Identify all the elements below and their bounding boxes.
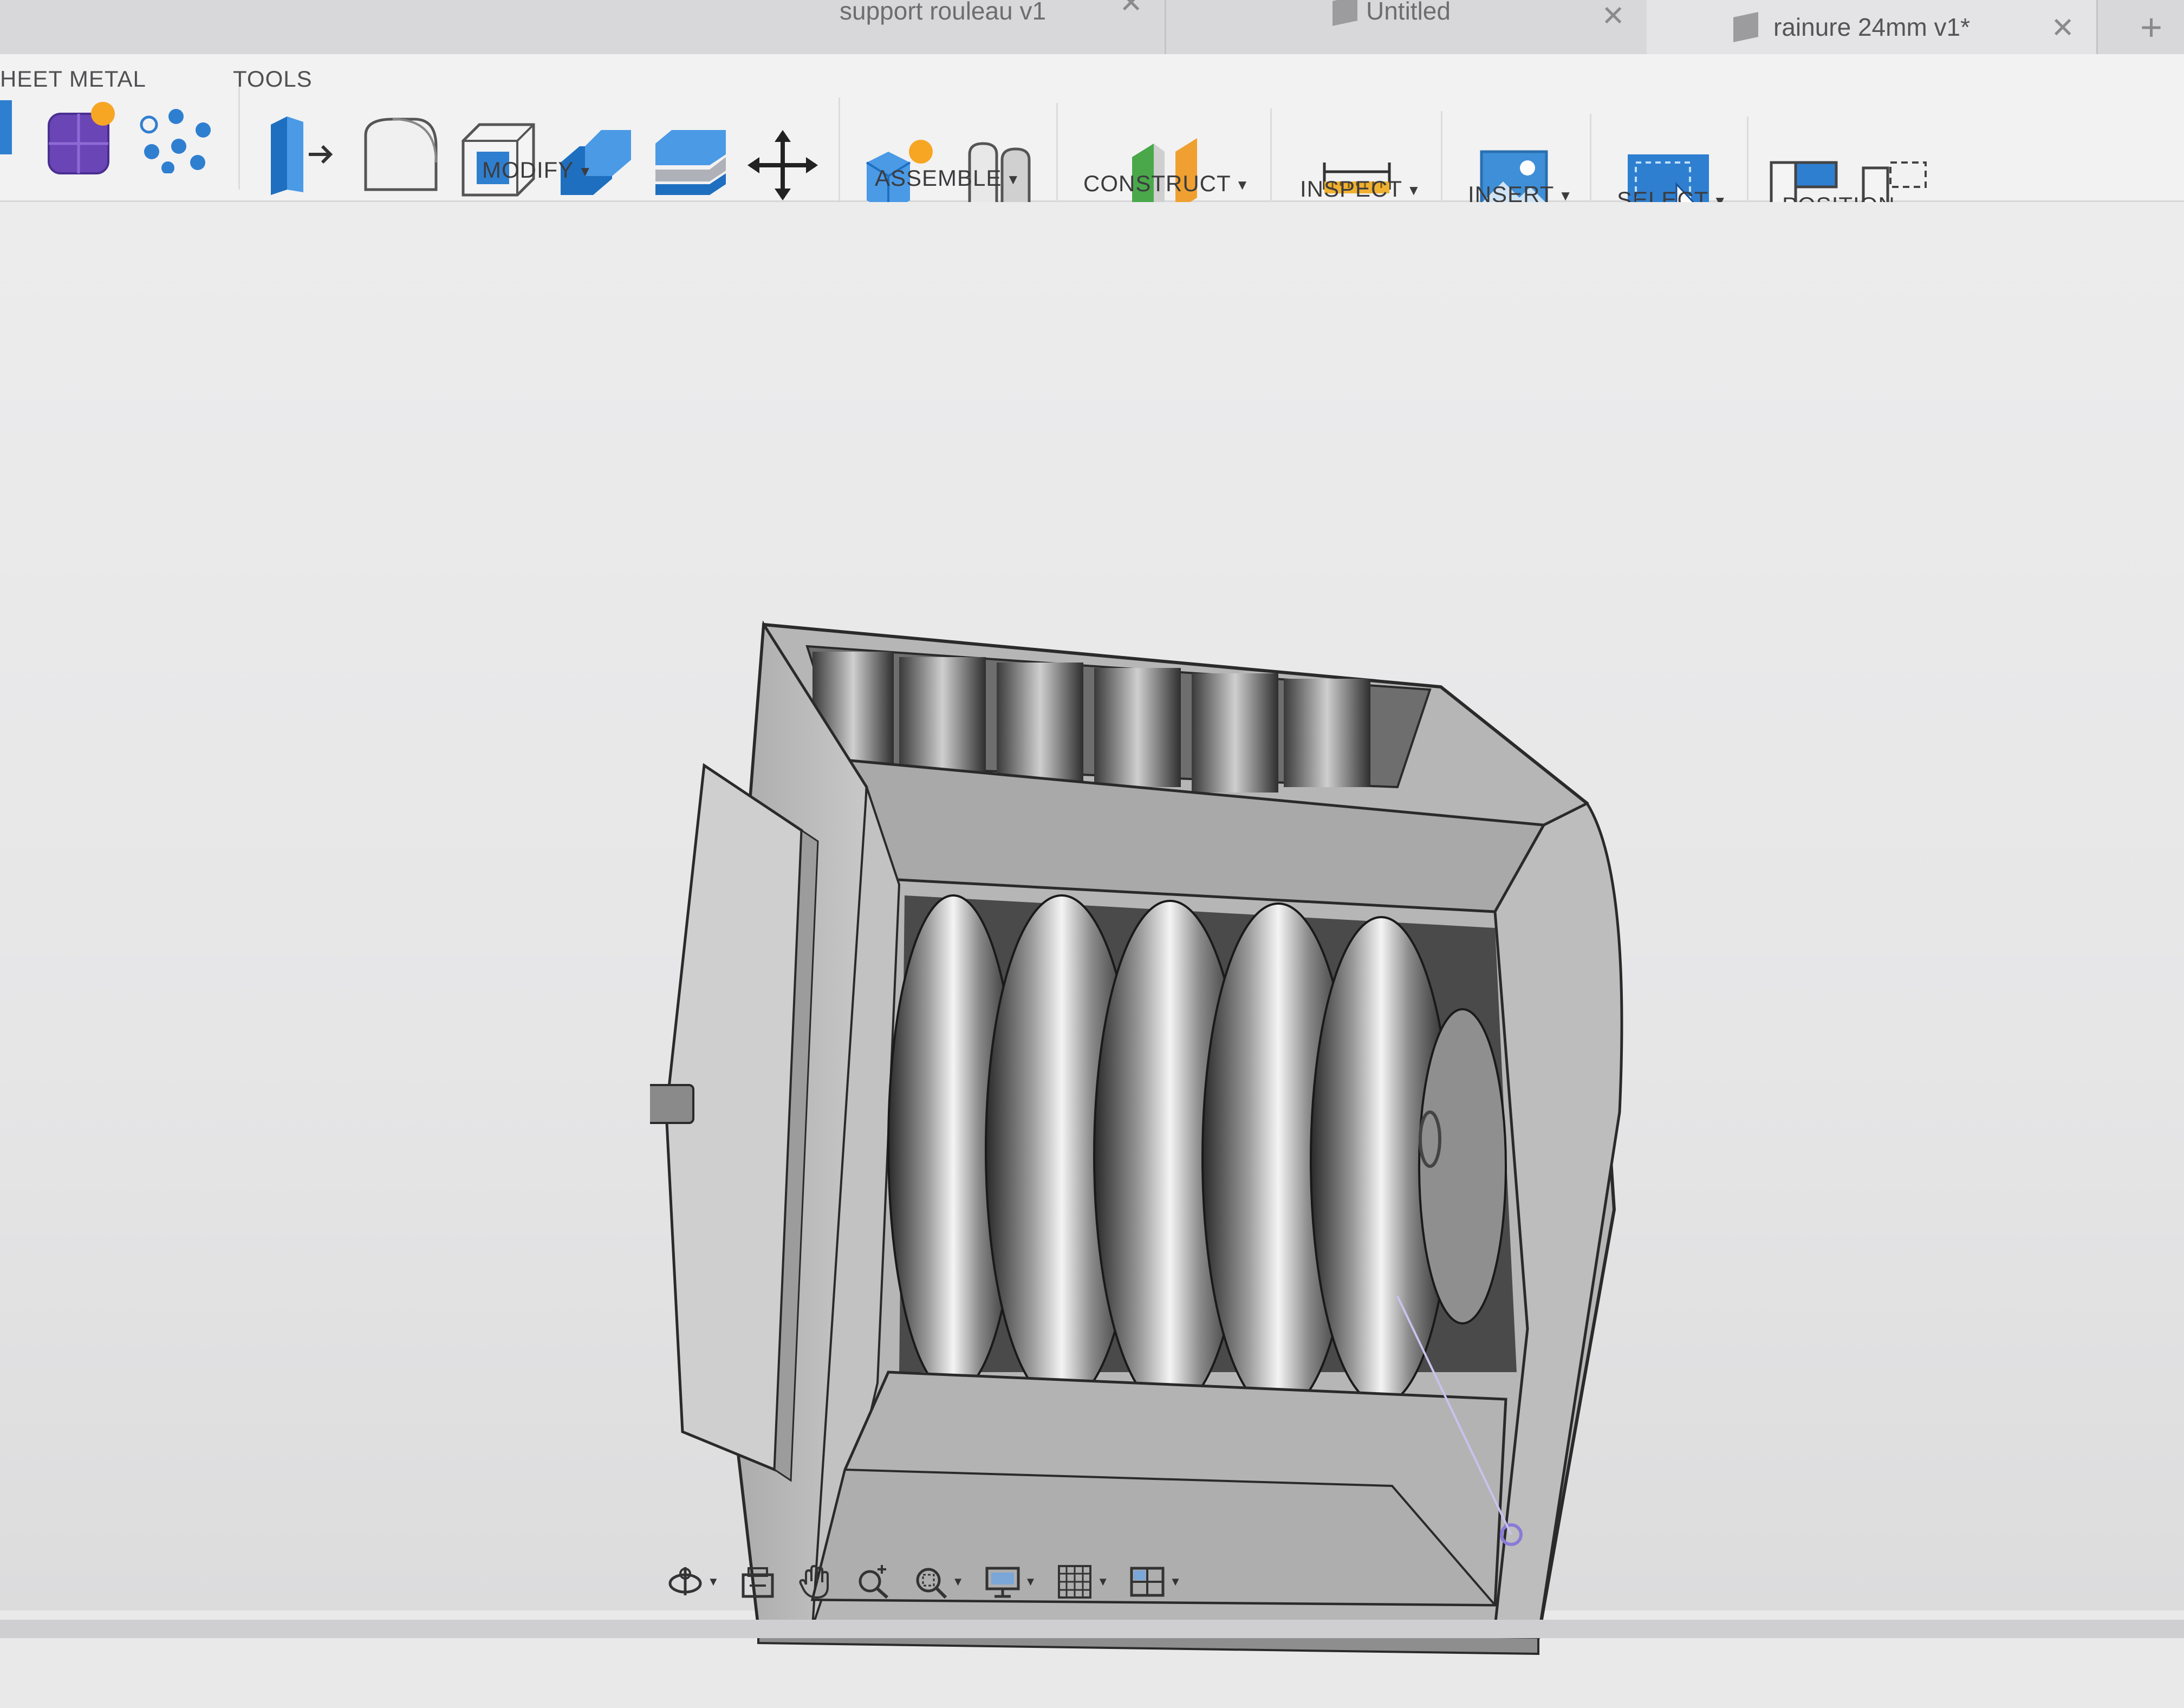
navigation-bar: ▼ ▼ ▼ ▼ ▼	[666, 1552, 1219, 1612]
grid-icon	[1058, 1565, 1092, 1599]
chevron-down-icon: ▼	[1006, 171, 1021, 188]
toolbar-separator	[1441, 111, 1442, 214]
display-settings-button[interactable]: ▼	[984, 1563, 1037, 1601]
document-tab[interactable]: Untitled ✕	[1170, 0, 1648, 54]
display-settings-icon	[985, 1567, 1020, 1598]
chevron-down-icon[interactable]: ▼	[1169, 1575, 1181, 1589]
create-form-icon[interactable]	[38, 98, 119, 181]
construct-menu[interactable]: CONSTRUCT ▼	[1083, 171, 1250, 197]
pan-icon	[799, 1564, 829, 1599]
close-icon[interactable]: ✕	[1119, 0, 1143, 20]
document-tab-active[interactable]: rainure 24mm v1* ✕	[1647, 0, 2098, 54]
toolbar-separator	[838, 98, 840, 200]
look-at-button[interactable]	[739, 1563, 777, 1601]
pan-button[interactable]	[796, 1563, 834, 1601]
inspect-label: INSPECT	[1300, 176, 1403, 202]
chevron-down-icon[interactable]: ▼	[1097, 1575, 1109, 1589]
tab-sheet-metal[interactable]: HEET METAL	[0, 66, 146, 92]
viewports-button[interactable]: ▼	[1128, 1563, 1181, 1601]
grooved-roller	[887, 894, 1507, 1414]
chevron-down-icon: ▼	[578, 163, 593, 180]
modify-menu[interactable]: MODIFY ▼	[482, 157, 593, 183]
line-icon[interactable]	[0, 98, 16, 160]
tab-label: Untitled	[1366, 0, 1451, 25]
document-tab-bar: support rouleau v1 ✕ Untitled ✕ rainure …	[0, 0, 2184, 54]
fillet-icon[interactable]	[360, 114, 441, 198]
shaft-stub	[650, 1084, 694, 1124]
chevron-down-icon[interactable]: ▼	[1025, 1575, 1037, 1589]
chevron-down-icon[interactable]: ▼	[707, 1575, 719, 1589]
chevron-down-icon[interactable]: ▼	[952, 1575, 964, 1589]
document-icon	[1332, 0, 1357, 26]
document-tab[interactable]: support rouleau v1 ✕	[699, 0, 1166, 54]
new-tab-icon[interactable]: +	[2140, 8, 2162, 46]
toolbar-separator	[238, 87, 240, 190]
assemble-label: ASSEMBLE	[875, 165, 1002, 191]
3d-viewport[interactable]	[0, 202, 2184, 1655]
chevron-down-icon: ▼	[1558, 187, 1573, 204]
tab-label: support rouleau v1	[840, 0, 1046, 25]
construct-label: CONSTRUCT	[1083, 171, 1231, 196]
move-icon[interactable]	[748, 130, 818, 203]
toolbar-separator	[1590, 114, 1591, 217]
close-icon[interactable]: ✕	[1601, 0, 1625, 33]
modify-label: MODIFY	[482, 157, 574, 183]
chevron-down-icon: ▼	[1407, 182, 1421, 199]
fit-icon	[916, 1568, 947, 1599]
chevron-down-icon: ▼	[1235, 177, 1250, 193]
toolbar-separator	[1270, 108, 1272, 211]
close-icon[interactable]: ✕	[2051, 12, 2075, 44]
press-pull-icon[interactable]	[265, 114, 341, 198]
orbit-button[interactable]: ▼	[666, 1563, 719, 1601]
orbit-icon	[668, 1567, 702, 1595]
toolbar-separator	[1056, 103, 1058, 206]
inspect-menu[interactable]: INSPECT ▼	[1300, 176, 1421, 202]
toolbar: HEET METAL TOOLS MODIFY ▼ ASSEMBLE ▼ CON…	[0, 54, 2184, 232]
fit-button[interactable]: ▼	[911, 1563, 964, 1601]
split-body-icon[interactable]	[650, 127, 731, 200]
viewports-icon	[1130, 1567, 1165, 1597]
status-strip	[0, 1620, 2184, 1638]
document-icon	[1733, 12, 1758, 42]
zoom-button[interactable]	[854, 1563, 892, 1601]
pattern-icon[interactable]	[135, 108, 217, 176]
tab-tools[interactable]: TOOLS	[233, 66, 313, 92]
grid-settings-button[interactable]: ▼	[1056, 1563, 1109, 1601]
tab-label: rainure 24mm v1*	[1773, 13, 1971, 41]
assemble-menu[interactable]: ASSEMBLE ▼	[875, 165, 1020, 191]
look-at-icon	[742, 1567, 774, 1598]
zoom-icon	[859, 1565, 888, 1599]
model-roller-housing[interactable]	[650, 408, 1679, 1708]
